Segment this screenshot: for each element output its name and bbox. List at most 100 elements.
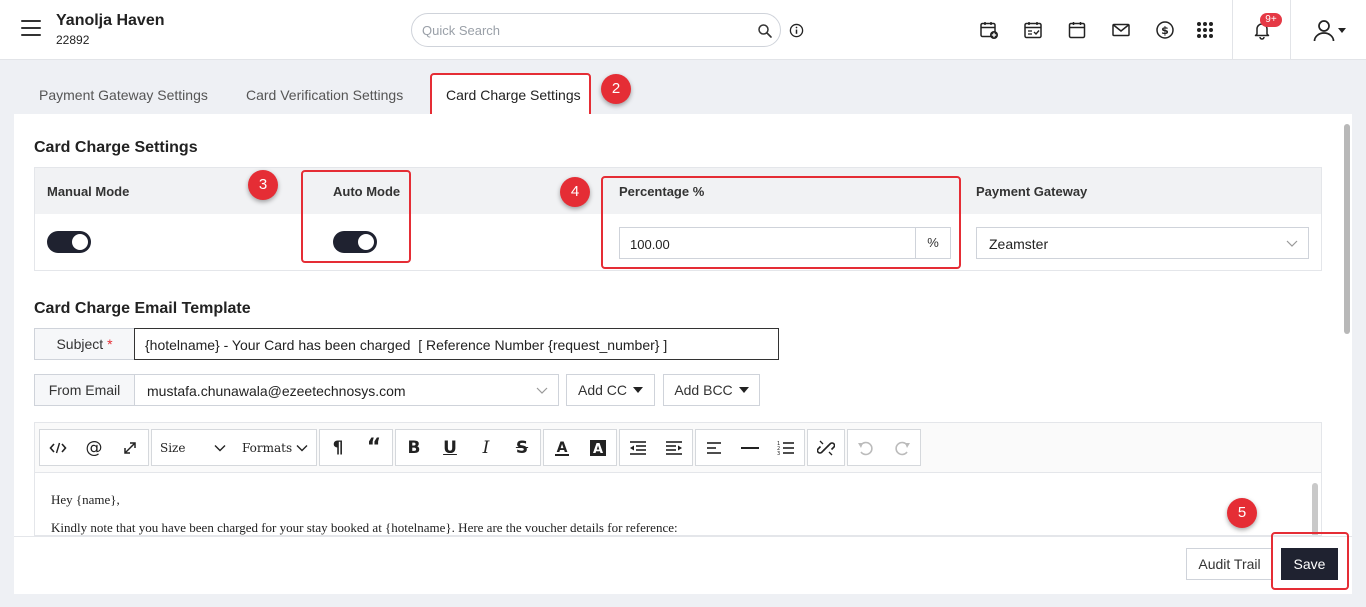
tab-payment-gateway-settings[interactable]: Payment Gateway Settings [39,87,208,103]
subject-label: Subject * [34,328,135,360]
indent-icon[interactable] [656,430,692,465]
from-email-label: From Email [34,374,135,406]
audit-trail-button[interactable]: Audit Trail [1186,548,1273,580]
menu-icon[interactable] [21,20,41,36]
chevron-down-icon [214,444,226,451]
from-email-value: mustafa.chunawala@ezeetechnosys.com [147,383,406,399]
editor-scrollbar[interactable] [1312,483,1318,535]
subject-input[interactable] [145,335,745,355]
bold-icon[interactable]: B [396,430,432,465]
blockquote-icon[interactable]: “ [356,430,392,465]
manual-mode-label: Manual Mode [47,184,130,199]
svg-text:$: $ [1161,24,1169,37]
calendar-add-icon[interactable] [977,18,1001,42]
tab-card-charge-settings[interactable]: Card Charge Settings [446,87,581,103]
toolbar-group-format: Size Formats [151,429,317,466]
user-icon [1313,20,1335,42]
apps-grid-icon[interactable] [1193,18,1217,42]
mention-icon[interactable]: @ [76,430,112,465]
code-view-icon[interactable] [40,430,76,465]
subject-label-text: Subject [56,336,104,352]
auto-mode-highlight [301,170,411,263]
step-marker-4: 4 [560,177,590,207]
user-menu[interactable] [1305,18,1353,42]
size-label: Size [160,440,186,455]
from-email-select[interactable]: mustafa.chunawala@ezeetechnosys.com [134,374,559,406]
fullscreen-icon[interactable] [112,430,148,465]
ordered-list-icon[interactable]: 123 [768,430,804,465]
footer-bar [14,536,1352,594]
calendar-icon[interactable] [1065,18,1089,42]
editor-toolbar: @ Size Formats ¶ “ B U I S A A 123 [35,423,1321,473]
dollar-icon[interactable]: $ [1153,18,1177,42]
card-charge-settings-title: Card Charge Settings [34,139,198,156]
search-icon[interactable] [757,23,773,39]
email-editor: @ Size Formats ¶ “ B U I S A A 123 Hey {… [34,422,1322,536]
required-mark: * [107,336,113,352]
strikethrough-icon[interactable]: S [504,430,540,465]
formats-label: Formats [242,440,293,455]
mail-icon[interactable] [1109,18,1133,42]
manual-mode-toggle[interactable] [47,231,91,253]
formats-select[interactable]: Formats [234,430,316,465]
payment-gateway-value: Zeamster [989,236,1049,252]
step-marker-2: 2 [601,74,631,104]
add-bcc-button[interactable]: Add BCC [663,374,760,406]
paragraph-icon[interactable]: ¶ [320,430,356,465]
add-bcc-label: Add BCC [674,382,733,398]
quick-search [411,13,781,47]
top-bar: Yanolja Haven 22892 $ 9+ [0,0,1366,60]
background-color-icon[interactable]: A [580,430,616,465]
font-size-select[interactable]: Size [152,430,234,465]
search-input[interactable] [422,20,742,40]
step-marker-3: 3 [248,170,278,200]
svg-text:3: 3 [777,451,780,456]
toolbar-group-history [847,429,921,466]
page-scrollbar[interactable] [1344,124,1350,334]
svg-text:A: A [557,440,568,456]
save-highlight [1271,532,1349,590]
add-cc-button[interactable]: Add CC [566,374,655,406]
toolbar-group-block: ¶ “ [319,429,393,466]
editor-content[interactable]: Hey {name}, Kindly note that you have be… [35,474,1321,535]
toolbar-group-link [807,429,845,466]
payment-gateway-select[interactable]: Zeamster [976,227,1309,259]
align-left-icon[interactable] [696,430,732,465]
italic-icon[interactable]: I [468,430,504,465]
info-icon[interactable] [789,23,804,38]
toolbar-group-indent [619,429,693,466]
calendar-check-icon[interactable] [1021,18,1045,42]
subject-field [134,328,779,360]
tab-card-verification-settings[interactable]: Card Verification Settings [246,87,403,103]
step-marker-5: 5 [1227,498,1257,528]
chevron-down-icon [1286,240,1298,247]
horizontal-rule-icon[interactable] [732,430,768,465]
outdent-icon[interactable] [620,430,656,465]
email-template-title: Card Charge Email Template [34,300,251,317]
underline-icon[interactable]: U [432,430,468,465]
redo-icon[interactable] [884,430,920,465]
toolbar-group-text: B U I S [395,429,541,466]
editor-line-greeting: Hey {name}, [51,492,120,507]
hotel-id: 22892 [56,33,90,47]
chevron-down-icon [296,444,308,451]
add-cc-label: Add CC [577,382,628,398]
text-color-icon[interactable]: A [544,430,580,465]
divider [1290,0,1291,60]
percentage-highlight [601,176,961,269]
chevron-down-icon [536,387,548,394]
payment-gateway-label: Payment Gateway [976,184,1088,199]
toolbar-group-paragraph: 123 [695,429,805,466]
undo-icon[interactable] [848,430,884,465]
caret-down-icon [1338,28,1346,33]
caret-down-icon [738,387,749,393]
toolbar-group-source: @ [39,429,149,466]
svg-text:A: A [593,442,603,457]
notification-badge: 9+ [1260,13,1282,27]
caret-down-icon [633,387,644,393]
hotel-name: Yanolja Haven [56,12,165,29]
unlink-icon[interactable] [808,430,844,465]
toolbar-group-color: A A [543,429,617,466]
divider [1232,0,1233,60]
editor-line-body: Kindly note that you have been charged f… [51,520,678,535]
